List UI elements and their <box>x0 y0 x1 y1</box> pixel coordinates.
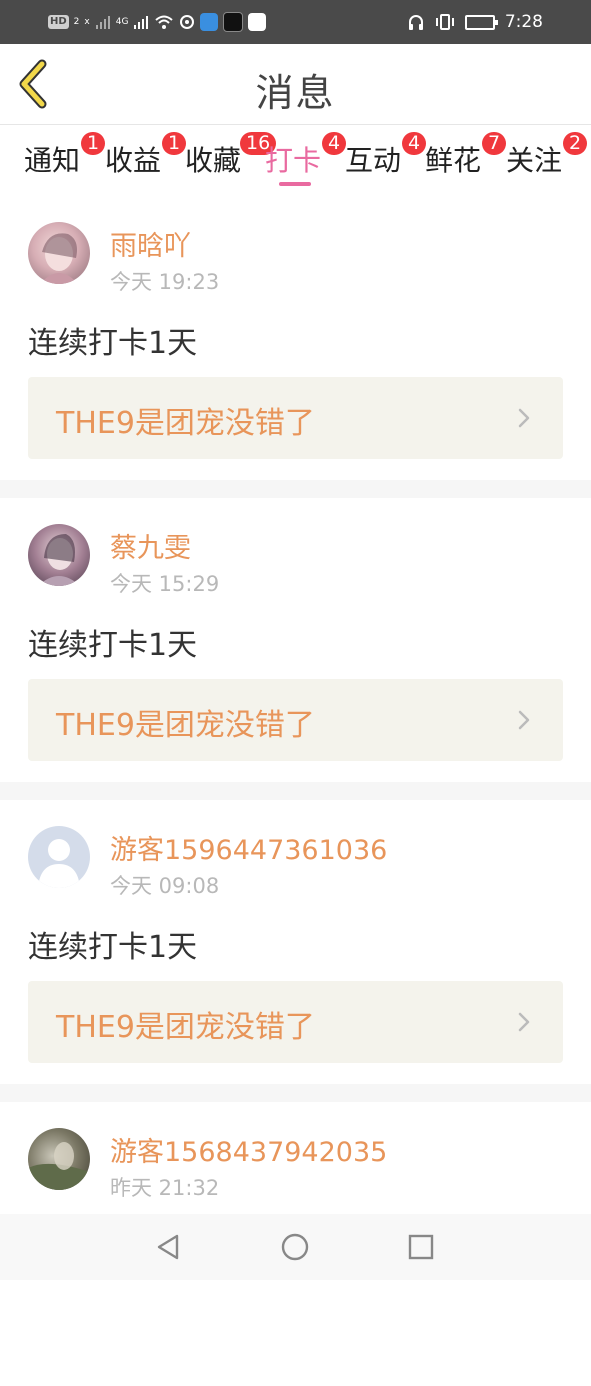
tab-badge: 1 <box>81 132 106 155</box>
divider <box>0 1084 591 1102</box>
tab-label: 互动 <box>345 144 402 177</box>
battery-icon <box>464 14 498 30</box>
topic-link[interactable]: THE9是团宠没错了 <box>28 679 563 761</box>
headphones-icon <box>408 15 423 30</box>
network-label-b: 4G <box>115 17 129 27</box>
active-tab-indicator <box>279 182 311 186</box>
topic-link[interactable]: THE9是团宠没错了 <box>28 377 563 459</box>
nav-back-icon[interactable] <box>153 1232 183 1262</box>
signal-icon <box>95 16 110 29</box>
timestamp: 今天 19:23 <box>110 270 220 294</box>
tab-badge: 7 <box>482 132 507 155</box>
sync-icon <box>180 15 195 29</box>
avatar[interactable] <box>28 1128 90 1190</box>
tab-label: 关注 <box>506 144 563 177</box>
tab-favorites[interactable]: 收藏 16 <box>185 132 277 179</box>
topic-link-text: THE9是团宠没错了 <box>56 1010 315 1045</box>
tab-flowers[interactable]: 鲜花 7 <box>425 132 507 179</box>
tab-label: 收益 <box>105 144 162 177</box>
app-icon-cat <box>248 13 267 31</box>
list-item: 蔡九雯 今天 15:29 连续打卡1天 THE9是团宠没错了 <box>0 498 591 782</box>
status-bar: HD 2 x 4G 7:28 <box>0 0 591 44</box>
checkin-message: 连续打卡1天 <box>28 326 198 361</box>
list-item: 游客1596447361036 今天 09:08 连续打卡1天 THE9是团宠没… <box>0 800 591 1084</box>
tab-notifications[interactable]: 通知 1 <box>24 132 106 179</box>
username[interactable]: 蔡九雯 <box>110 526 191 565</box>
nav-home-icon[interactable] <box>280 1232 310 1262</box>
app-icon-blue <box>200 13 219 31</box>
status-icons-left: HD 2 x 4G <box>48 11 267 33</box>
vibrate-icon <box>435 14 454 30</box>
tab-badge: 4 <box>322 132 347 155</box>
divider <box>0 782 591 800</box>
tab-checkin[interactable]: 打卡 4 <box>265 132 347 179</box>
avatar[interactable] <box>28 524 90 586</box>
tab-label: 通知 <box>24 144 81 177</box>
chevron-right-icon <box>518 408 530 428</box>
signal-icon-2 <box>134 16 149 29</box>
hd-sub-label: 2 <box>73 17 80 27</box>
tab-earnings[interactable]: 收益 1 <box>105 132 187 179</box>
status-time: 7:28 <box>504 12 543 32</box>
tab-badge: 1 <box>162 132 187 155</box>
tab-label: 收藏 <box>185 144 242 177</box>
username[interactable]: 游客1596447361036 <box>110 828 387 867</box>
default-user-icon <box>38 839 80 888</box>
username[interactable]: 雨晗吖 <box>110 224 191 263</box>
tab-badge: 2 <box>563 132 588 155</box>
divider <box>0 480 591 498</box>
tab-badge: 4 <box>402 132 427 155</box>
timestamp: 今天 09:08 <box>110 874 220 898</box>
timestamp: 昨天 21:32 <box>110 1176 220 1200</box>
tab-following[interactable]: 关注 2 <box>506 132 588 179</box>
topic-link-text: THE9是团宠没错了 <box>56 406 315 441</box>
avatar[interactable] <box>28 222 90 284</box>
network-label-a: x <box>84 17 90 27</box>
tab-interactions[interactable]: 互动 4 <box>345 132 427 179</box>
chevron-right-icon <box>518 1012 530 1032</box>
app-icon-capcut <box>223 12 244 32</box>
avatar[interactable] <box>28 826 90 888</box>
list-item: 雨晗吖 今天 19:23 连续打卡1天 THE9是团宠没错了 <box>0 196 591 480</box>
topic-link[interactable]: THE9是团宠没错了 <box>28 981 563 1063</box>
timestamp: 今天 15:29 <box>110 572 220 596</box>
chevron-right-icon <box>518 710 530 730</box>
header: 消息 <box>0 44 591 125</box>
hd-badge: HD <box>48 15 69 29</box>
status-icons-right: 7:28 <box>407 10 543 34</box>
nav-recents-icon[interactable] <box>406 1232 436 1262</box>
checkin-message: 连续打卡1天 <box>28 628 198 663</box>
topic-link-text: THE9是团宠没错了 <box>56 708 315 743</box>
checkin-message: 连续打卡1天 <box>28 930 198 965</box>
system-nav-bar <box>0 1214 591 1280</box>
tab-label: 鲜花 <box>425 144 482 177</box>
tab-label: 打卡 <box>265 144 322 177</box>
wifi-icon <box>155 15 174 29</box>
tab-bar: 通知 1 收益 1 收藏 16 打卡 4 互动 4 鲜花 7 关注 2 <box>0 125 591 195</box>
checkin-feed: 雨晗吖 今天 19:23 连续打卡1天 THE9是团宠没错了 蔡九雯 今天 15… <box>0 196 591 1386</box>
username[interactable]: 游客1568437942035 <box>110 1130 387 1169</box>
page-title: 消息 <box>255 71 336 115</box>
